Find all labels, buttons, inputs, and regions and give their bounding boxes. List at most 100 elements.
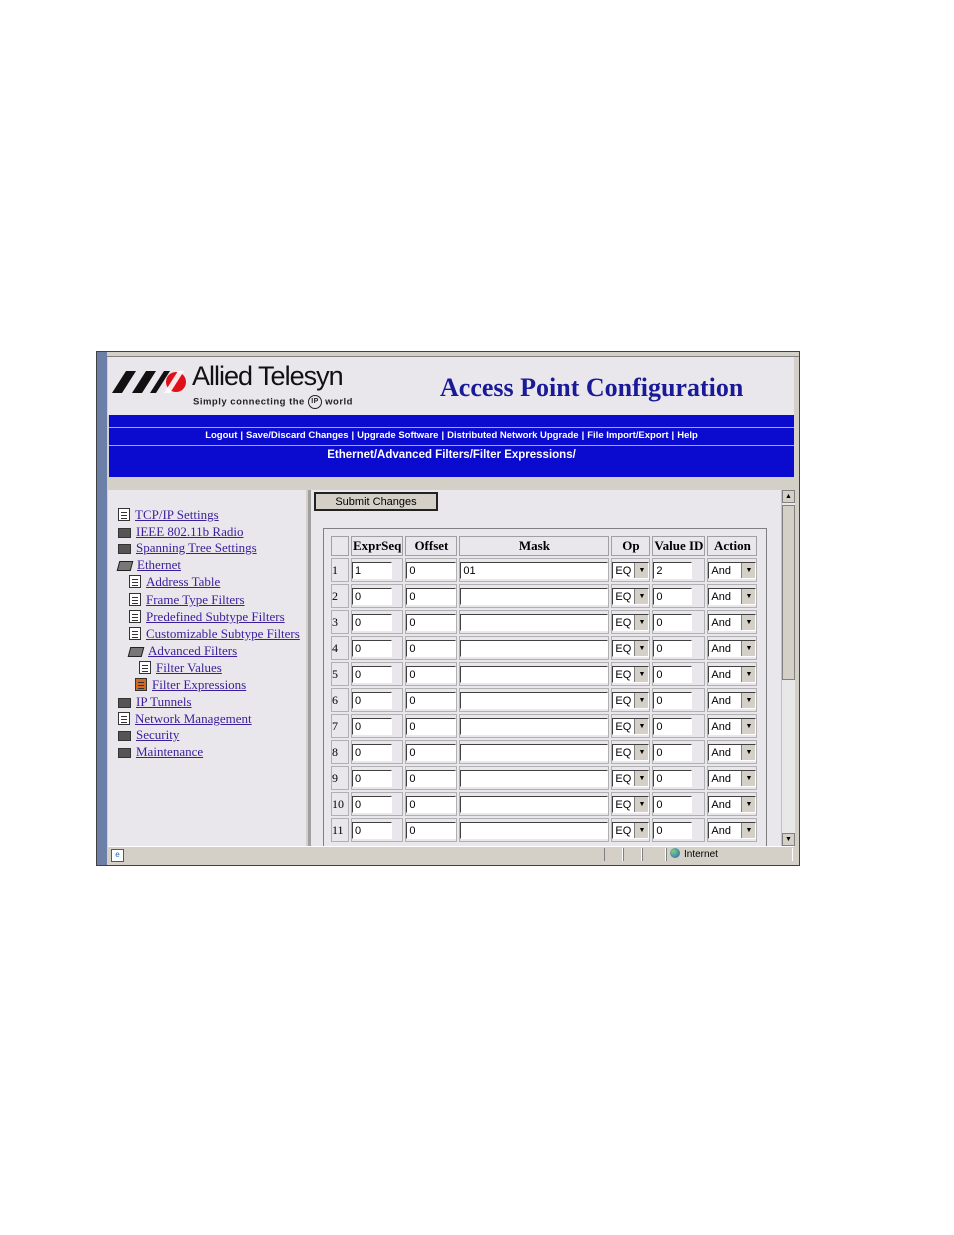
exprseq-input[interactable]: 0 xyxy=(352,743,392,761)
dropdown-arrow-icon[interactable]: ▼ xyxy=(741,822,756,838)
dropdown-arrow-icon[interactable]: ▼ xyxy=(741,640,756,656)
mask-input[interactable] xyxy=(460,665,609,683)
tree-item-ieee-radio[interactable]: IEEE 802.11b Radio xyxy=(118,524,243,540)
exprseq-input[interactable]: 0 xyxy=(352,613,392,631)
offset-input[interactable]: 0 xyxy=(406,587,457,605)
tree-item-ethernet[interactable]: Ethernet xyxy=(116,557,181,573)
mask-input[interactable] xyxy=(460,639,609,657)
exprseq-input[interactable]: 0 xyxy=(352,639,392,657)
value-id-input[interactable]: 0 xyxy=(653,743,693,761)
tree-item-tcpip-settings[interactable]: TCP/IP Settings xyxy=(118,507,219,523)
dropdown-arrow-icon[interactable]: ▼ xyxy=(634,666,649,682)
action-select[interactable]: And ▼ xyxy=(708,587,757,605)
dropdown-arrow-icon[interactable]: ▼ xyxy=(634,770,649,786)
scroll-down-arrow-icon[interactable]: ▼ xyxy=(782,833,795,846)
dropdown-arrow-icon[interactable]: ▼ xyxy=(634,588,649,604)
exprseq-input[interactable]: 0 xyxy=(352,769,392,787)
offset-input[interactable]: 0 xyxy=(406,639,457,657)
dropdown-arrow-icon[interactable]: ▼ xyxy=(741,666,756,682)
dropdown-arrow-icon[interactable]: ▼ xyxy=(741,796,756,812)
action-select[interactable]: And ▼ xyxy=(708,795,757,813)
op-select[interactable]: EQ ▼ xyxy=(612,691,650,709)
value-id-input[interactable]: 2 xyxy=(653,561,693,579)
tree-item-predefined-subtype[interactable]: Predefined Subtype Filters xyxy=(129,609,285,625)
tree-item-maintenance[interactable]: Maintenance xyxy=(118,744,203,760)
value-id-input[interactable]: 0 xyxy=(653,665,693,683)
tree-item-filter-expressions[interactable]: Filter Expressions xyxy=(135,677,246,693)
op-select[interactable]: EQ ▼ xyxy=(612,639,650,657)
dropdown-arrow-icon[interactable]: ▼ xyxy=(741,562,756,578)
dropdown-arrow-icon[interactable]: ▼ xyxy=(634,562,649,578)
dropdown-arrow-icon[interactable]: ▼ xyxy=(741,588,756,604)
action-select[interactable]: And ▼ xyxy=(708,717,757,735)
offset-input[interactable]: 0 xyxy=(406,561,457,579)
exprseq-input[interactable]: 0 xyxy=(352,587,392,605)
nav-upgrade-software-link[interactable]: Upgrade Software xyxy=(357,430,438,441)
op-select[interactable]: EQ ▼ xyxy=(612,717,650,735)
dropdown-arrow-icon[interactable]: ▼ xyxy=(741,614,756,630)
exprseq-input[interactable]: 1 xyxy=(352,561,392,579)
dropdown-arrow-icon[interactable]: ▼ xyxy=(634,822,649,838)
op-select[interactable]: EQ ▼ xyxy=(612,795,650,813)
value-id-input[interactable]: 0 xyxy=(653,691,693,709)
scroll-thumb[interactable] xyxy=(782,505,795,680)
mask-input[interactable] xyxy=(460,821,609,839)
value-id-input[interactable]: 0 xyxy=(653,639,693,657)
exprseq-input[interactable]: 0 xyxy=(352,795,392,813)
mask-input[interactable] xyxy=(460,769,609,787)
nav-logout-link[interactable]: Logout xyxy=(205,430,237,441)
value-id-input[interactable]: 0 xyxy=(653,795,693,813)
nav-help-link[interactable]: Help xyxy=(677,430,698,441)
offset-input[interactable]: 0 xyxy=(406,795,457,813)
exprseq-input[interactable]: 0 xyxy=(352,665,392,683)
tree-item-spanning-tree[interactable]: Spanning Tree Settings xyxy=(118,540,257,556)
action-select[interactable]: And ▼ xyxy=(708,613,757,631)
value-id-input[interactable]: 0 xyxy=(653,613,693,631)
tree-item-ip-tunnels[interactable]: IP Tunnels xyxy=(118,694,192,710)
offset-input[interactable]: 0 xyxy=(406,691,457,709)
op-select[interactable]: EQ ▼ xyxy=(612,613,650,631)
exprseq-input[interactable]: 0 xyxy=(352,691,392,709)
value-id-input[interactable]: 0 xyxy=(653,717,693,735)
value-id-input[interactable]: 0 xyxy=(653,821,693,839)
dropdown-arrow-icon[interactable]: ▼ xyxy=(634,718,649,734)
dropdown-arrow-icon[interactable]: ▼ xyxy=(634,692,649,708)
value-id-input[interactable]: 0 xyxy=(653,769,693,787)
submit-changes-button[interactable]: Submit Changes xyxy=(314,492,438,511)
action-select[interactable]: And ▼ xyxy=(708,639,757,657)
op-select[interactable]: EQ ▼ xyxy=(612,561,650,579)
tree-item-address-table[interactable]: Address Table xyxy=(129,574,220,590)
exprseq-input[interactable]: 0 xyxy=(352,821,392,839)
tree-item-advanced-filters[interactable]: Advanced Filters xyxy=(127,643,237,659)
op-select[interactable]: EQ ▼ xyxy=(612,587,650,605)
nav-save-discard-link[interactable]: Save/Discard Changes xyxy=(246,430,348,441)
dropdown-arrow-icon[interactable]: ▼ xyxy=(634,640,649,656)
dropdown-arrow-icon[interactable]: ▼ xyxy=(634,796,649,812)
dropdown-arrow-icon[interactable]: ▼ xyxy=(634,614,649,630)
action-select[interactable]: And ▼ xyxy=(708,743,757,761)
dropdown-arrow-icon[interactable]: ▼ xyxy=(634,744,649,760)
action-select[interactable]: And ▼ xyxy=(708,665,757,683)
offset-input[interactable]: 0 xyxy=(406,613,457,631)
offset-input[interactable]: 0 xyxy=(406,743,457,761)
op-select[interactable]: EQ ▼ xyxy=(612,769,650,787)
nav-distributed-upgrade-link[interactable]: Distributed Network Upgrade xyxy=(447,430,578,441)
tree-item-customizable-subtype[interactable]: Customizable Subtype Filters xyxy=(129,626,300,642)
tree-item-frame-type-filters[interactable]: Frame Type Filters xyxy=(129,592,245,608)
value-id-input[interactable]: 0 xyxy=(653,587,693,605)
scroll-up-arrow-icon[interactable]: ▲ xyxy=(782,490,795,503)
dropdown-arrow-icon[interactable]: ▼ xyxy=(741,744,756,760)
action-select[interactable]: And ▼ xyxy=(708,769,757,787)
offset-input[interactable]: 0 xyxy=(406,821,457,839)
action-select[interactable]: And ▼ xyxy=(708,561,757,579)
offset-input[interactable]: 0 xyxy=(406,769,457,787)
dropdown-arrow-icon[interactable]: ▼ xyxy=(741,718,756,734)
mask-input[interactable] xyxy=(460,795,609,813)
mask-input[interactable] xyxy=(460,587,609,605)
mask-input[interactable]: 01 xyxy=(460,561,609,579)
mask-input[interactable] xyxy=(460,717,609,735)
dropdown-arrow-icon[interactable]: ▼ xyxy=(741,770,756,786)
content-scrollbar[interactable]: ▲ ▼ xyxy=(781,490,795,846)
action-select[interactable]: And ▼ xyxy=(708,821,757,839)
offset-input[interactable]: 0 xyxy=(406,665,457,683)
